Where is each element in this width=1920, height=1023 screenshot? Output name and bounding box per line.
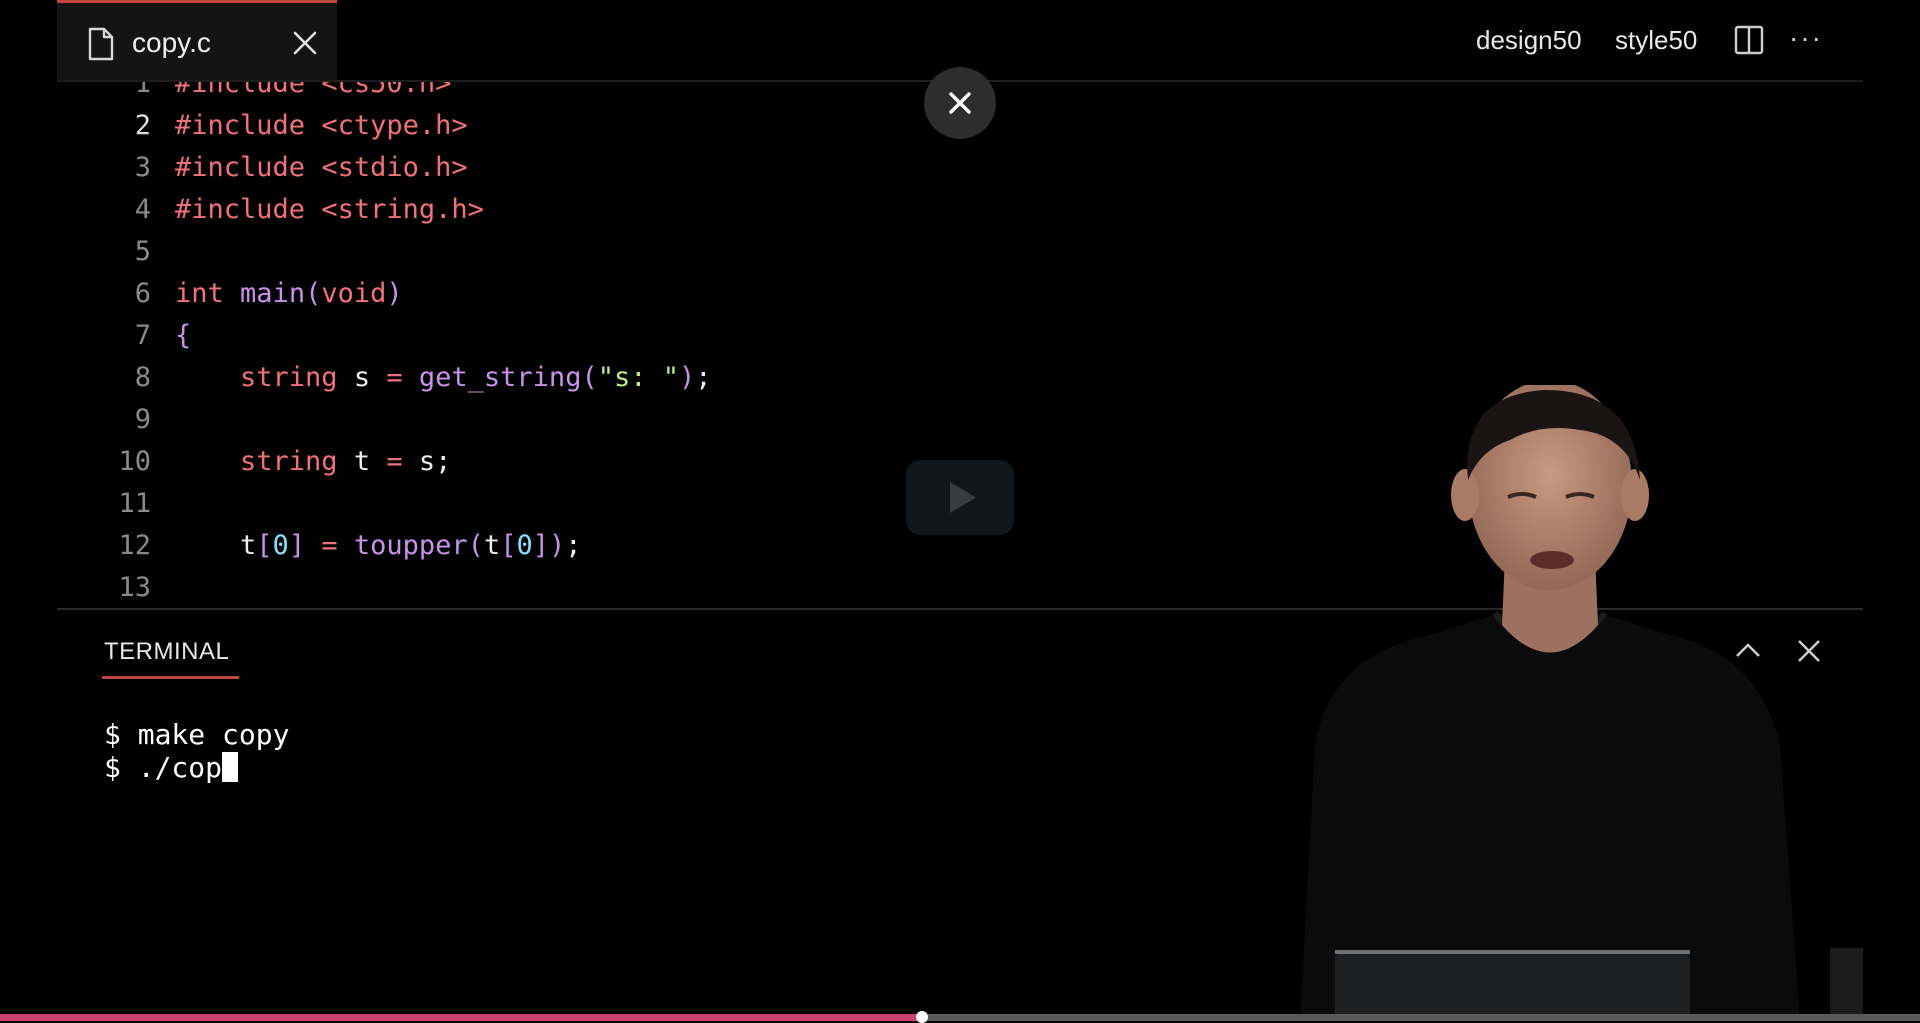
code-token: toupper	[353, 530, 468, 561]
code-text: int main(void)	[175, 273, 403, 315]
code-token: =	[386, 446, 403, 477]
code-token: "s: "	[597, 362, 679, 393]
code-token: (	[467, 530, 484, 561]
code-token: )	[386, 278, 403, 309]
editor-tab-copy-c[interactable]: copy.c	[57, 0, 337, 80]
code-token: ;	[565, 530, 582, 561]
presenter-video	[1300, 385, 1800, 1021]
code-line[interactable]: 6 int main(void)	[57, 273, 1857, 315]
code-text: string s = get_string("s: ");	[175, 357, 712, 399]
code-token: main	[240, 278, 306, 309]
code-token: (	[581, 362, 598, 393]
line-number: 6	[134, 278, 151, 309]
line-number: 12	[118, 530, 151, 561]
code-token: <ctype.h>	[321, 110, 468, 141]
design50-button[interactable]: design50	[1476, 25, 1582, 56]
code-token: (	[305, 278, 322, 309]
code-token: ]	[532, 530, 549, 561]
code-text: #include <ctype.h>	[175, 105, 468, 147]
code-token: ]	[288, 530, 306, 561]
line-number: 4	[134, 194, 151, 225]
code-token: s	[337, 362, 387, 393]
video-close-button[interactable]	[924, 67, 996, 139]
code-token: #include	[175, 194, 322, 225]
code-token: #include	[175, 152, 322, 183]
more-actions-icon[interactable]: ···	[1789, 22, 1823, 54]
code-text: t[0] = toupper(t[0]);	[175, 525, 582, 567]
code-token: int	[175, 278, 224, 309]
code-token: string	[240, 362, 338, 393]
code-token: t	[483, 530, 501, 561]
tab-terminal[interactable]: TERMINAL	[104, 638, 229, 666]
video-edge-block	[1830, 948, 1863, 1018]
code-token: <string.h>	[321, 194, 484, 225]
code-token: 0	[516, 530, 533, 561]
code-token: =	[386, 362, 403, 393]
style50-button[interactable]: style50	[1615, 25, 1697, 56]
code-token: #include	[175, 82, 322, 99]
line-number: 13	[118, 572, 151, 603]
line-number: 10	[118, 446, 151, 477]
split-editor-icon[interactable]	[1734, 25, 1764, 55]
play-icon	[950, 482, 976, 513]
code-token: )	[679, 362, 696, 393]
code-text: {	[175, 315, 191, 357]
code-token: t	[337, 446, 387, 477]
code-token: t	[175, 530, 257, 561]
code-text: string t = s;	[175, 441, 451, 483]
video-progress-handle[interactable]	[915, 1011, 928, 1023]
code-token: ;	[695, 362, 712, 393]
file-icon	[88, 27, 114, 61]
terminal-input-line[interactable]: $ ./cop	[104, 751, 239, 784]
line-number: 2	[134, 110, 151, 141]
close-icon[interactable]	[292, 30, 318, 56]
code-token: =	[321, 530, 338, 561]
code-text: #include <cs50.h>	[175, 82, 451, 105]
play-button[interactable]	[906, 460, 1014, 535]
close-icon	[949, 92, 971, 114]
code-token: [	[256, 530, 273, 561]
code-token: <cs50.h>	[321, 82, 452, 99]
terminal-current-input: $ ./cop	[104, 751, 223, 784]
code-line[interactable]: 3 #include <stdio.h>	[57, 147, 1857, 189]
code-token: {	[175, 320, 192, 351]
code-token: [	[500, 530, 517, 561]
tab-filename: copy.c	[132, 27, 211, 58]
code-text: #include <stdio.h>	[175, 147, 468, 189]
line-number: 11	[118, 488, 151, 519]
line-number: 5	[134, 236, 151, 267]
code-token: get_string	[418, 362, 582, 393]
code-token: void	[321, 278, 387, 309]
tab-active-indicator	[102, 676, 239, 679]
code-text: #include <string.h>	[175, 189, 484, 231]
text-cursor	[222, 752, 239, 782]
line-number: 3	[134, 152, 151, 183]
code-token: s;	[402, 446, 452, 477]
line-number: 1	[134, 82, 151, 99]
code-line[interactable]: 5	[57, 231, 1857, 273]
code-line[interactable]: 7{	[57, 315, 1857, 357]
code-token: 0	[272, 530, 289, 561]
code-token: <stdio.h>	[321, 152, 468, 183]
code-token: )	[549, 530, 566, 561]
line-number: 7	[134, 320, 151, 351]
code-token: string	[240, 446, 338, 477]
code-line[interactable]: 4 #include <string.h>	[57, 189, 1857, 231]
line-number: 9	[134, 404, 151, 435]
video-progress-fill	[0, 1014, 922, 1021]
code-token: #include	[175, 110, 322, 141]
line-number: 8	[134, 362, 151, 393]
terminal-line: $ make copy	[104, 718, 290, 751]
